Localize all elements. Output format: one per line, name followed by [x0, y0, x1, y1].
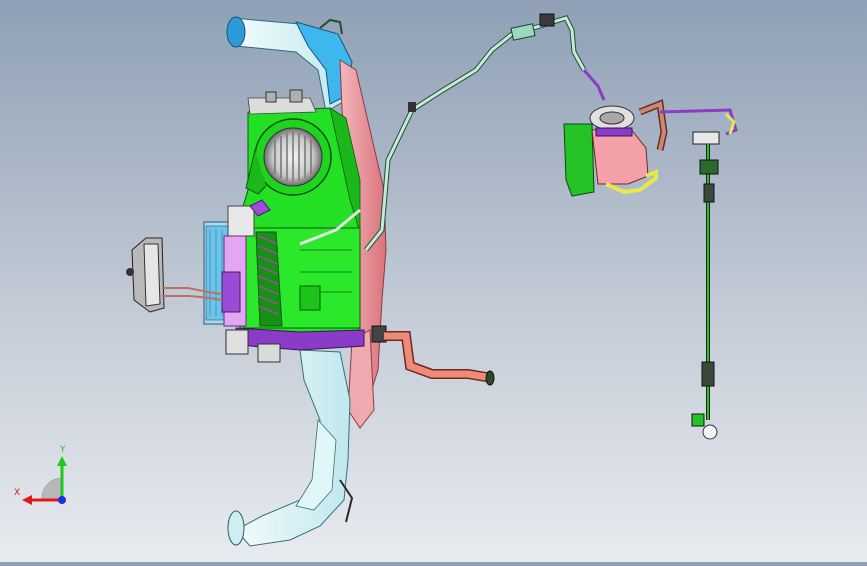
lower-outlet-duct[interactable]	[227, 349, 354, 547]
cad-3d-viewport[interactable]: Y X	[0, 0, 867, 562]
heater-hose[interactable]	[384, 331, 495, 386]
y-axis-label: Y	[59, 445, 66, 455]
vertical-support-rod[interactable]	[691, 131, 720, 440]
x-axis-label: X	[14, 488, 20, 498]
assembly-model[interactable]: Y X	[0, 0, 867, 562]
z-axis-point	[58, 496, 66, 504]
orientation-triad: Y X	[14, 445, 67, 505]
